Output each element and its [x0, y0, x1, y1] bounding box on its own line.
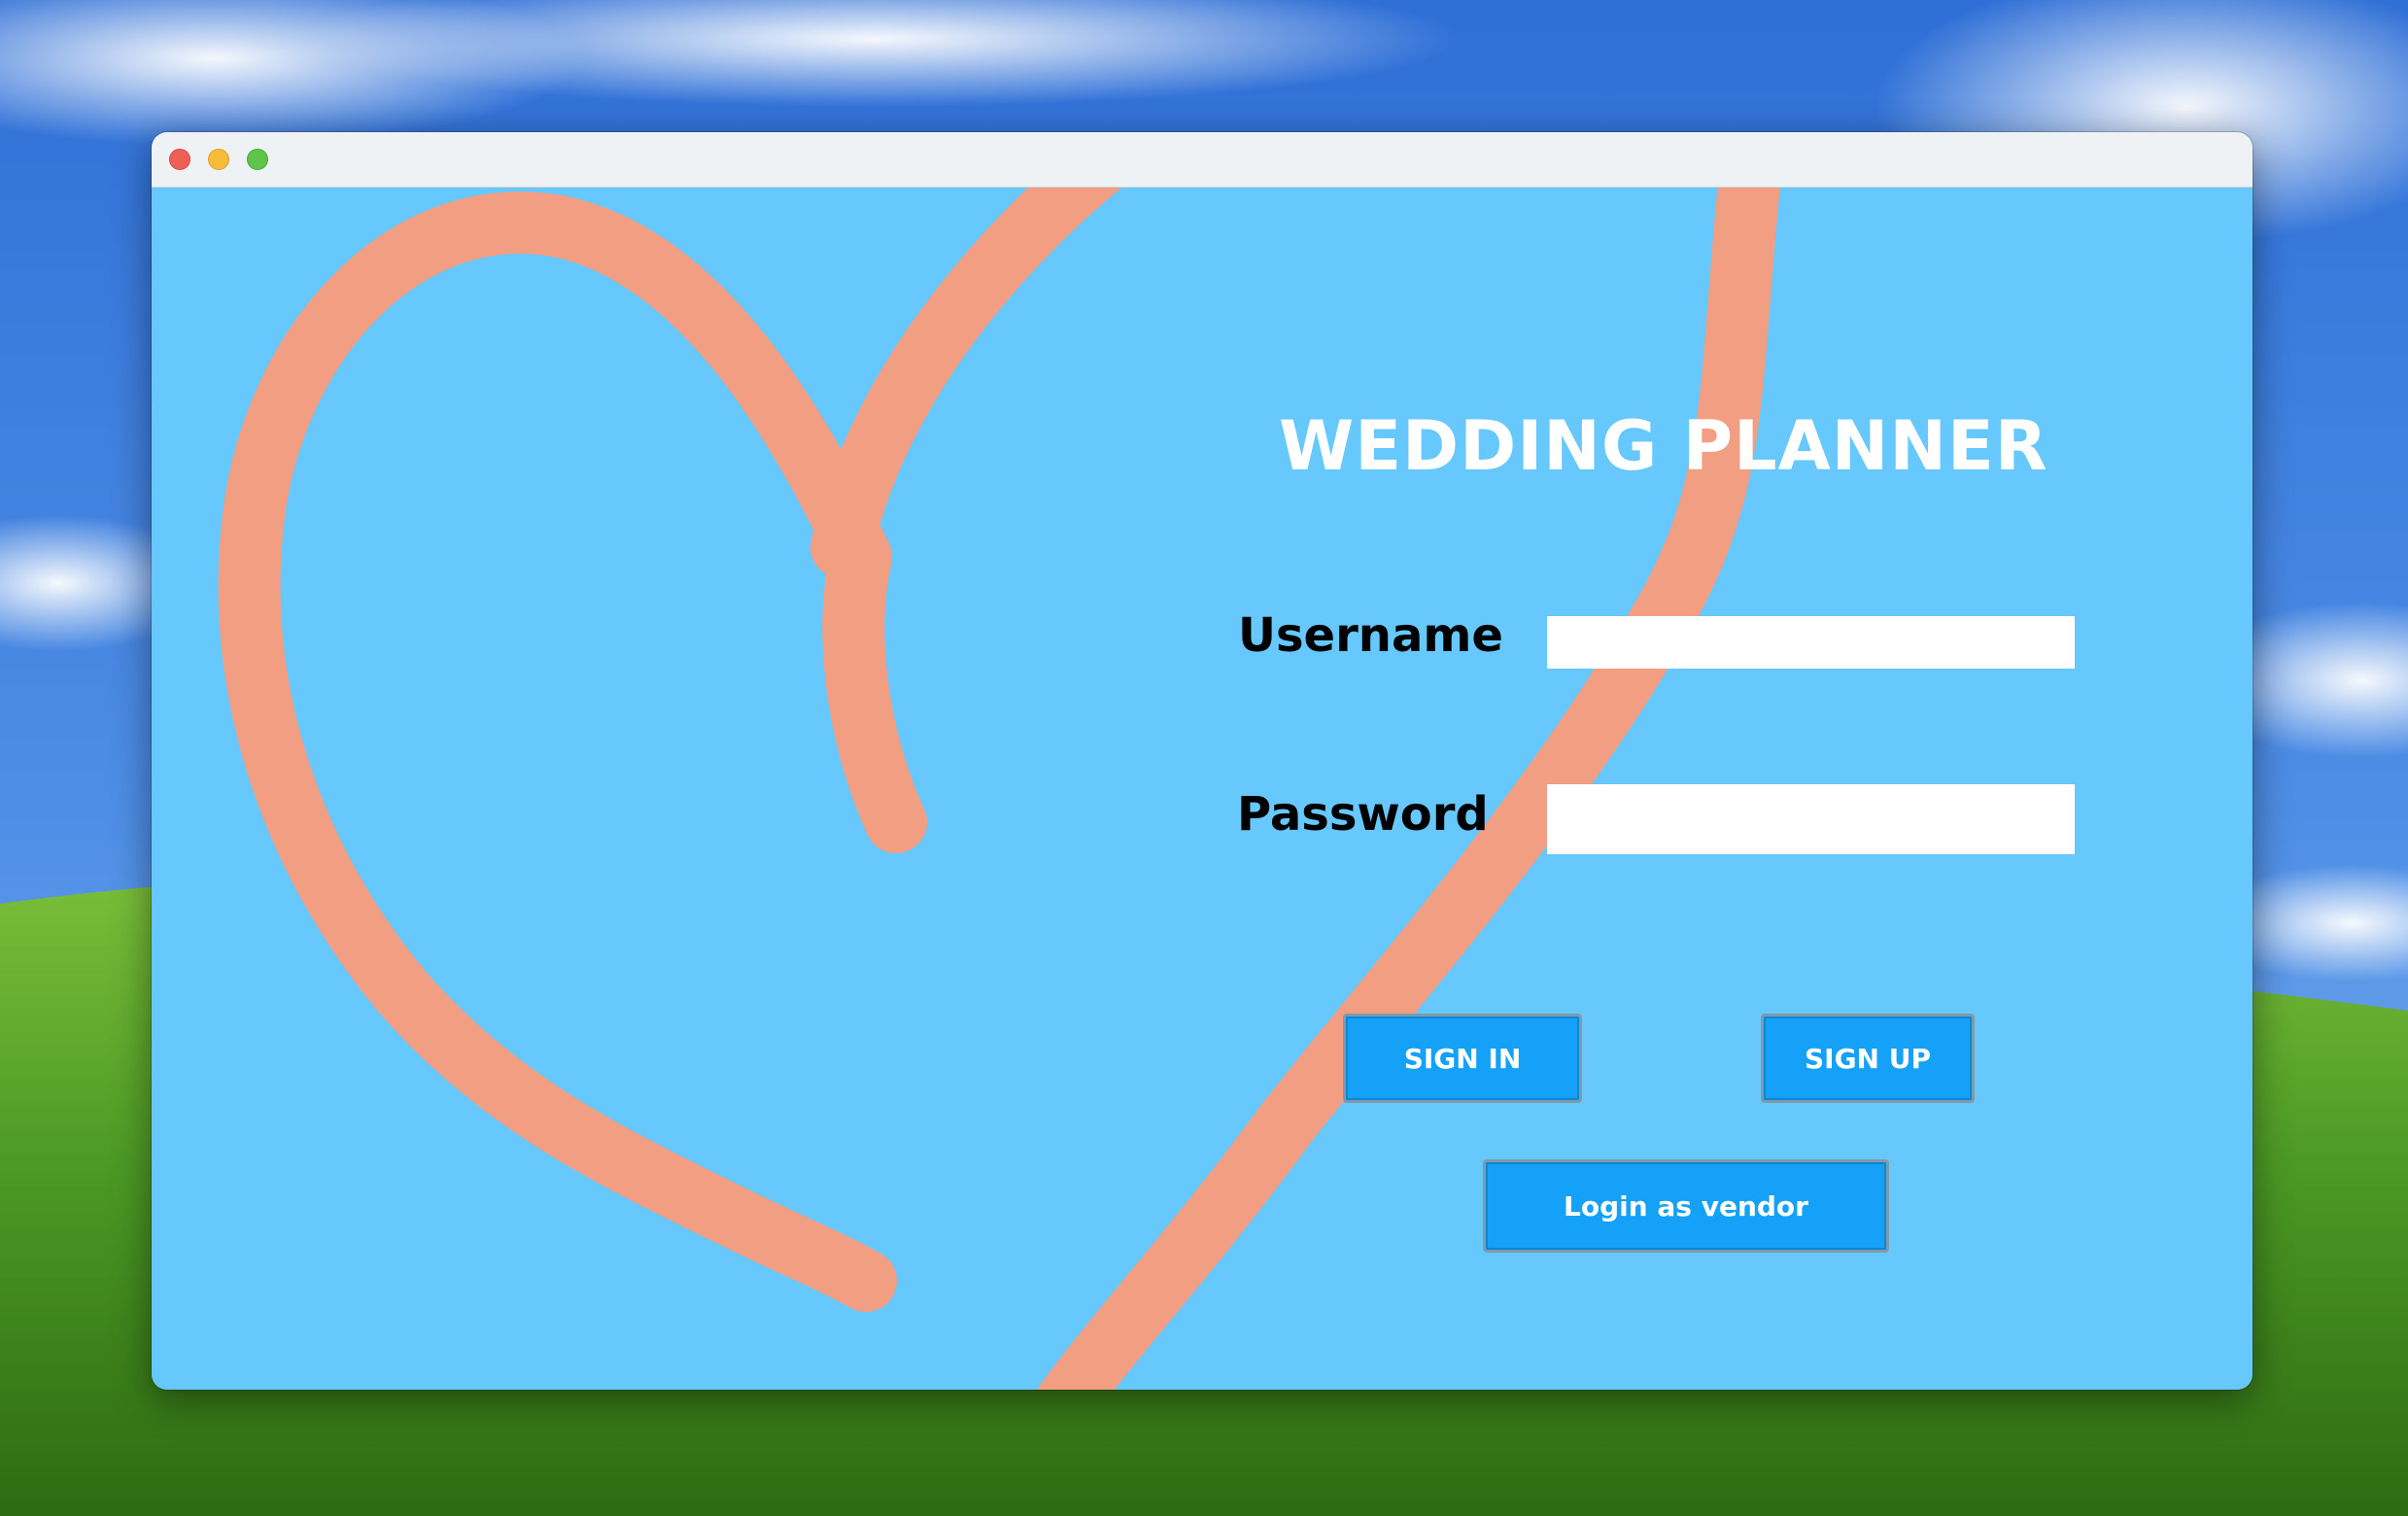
sign-up-button[interactable]: SIGN UP: [1761, 1014, 1975, 1103]
minimize-window-icon[interactable]: [208, 149, 229, 170]
login-as-vendor-button[interactable]: Login as vendor: [1483, 1159, 1889, 1253]
zoom-window-icon[interactable]: [247, 149, 268, 170]
app-title: WEDDING PLANNER: [1279, 406, 2048, 486]
sign-in-button[interactable]: SIGN IN: [1343, 1014, 1582, 1103]
close-window-icon[interactable]: [169, 149, 190, 170]
app-window: WEDDING PLANNER Username Password SIGN I…: [152, 132, 2253, 1390]
password-input[interactable]: [1547, 784, 2075, 854]
window-titlebar[interactable]: [152, 132, 2253, 188]
username-input[interactable]: [1547, 616, 2075, 669]
login-panel: WEDDING PLANNER Username Password SIGN I…: [152, 188, 2253, 1390]
username-label: Username: [1238, 608, 1503, 663]
password-label: Password: [1237, 787, 1489, 842]
